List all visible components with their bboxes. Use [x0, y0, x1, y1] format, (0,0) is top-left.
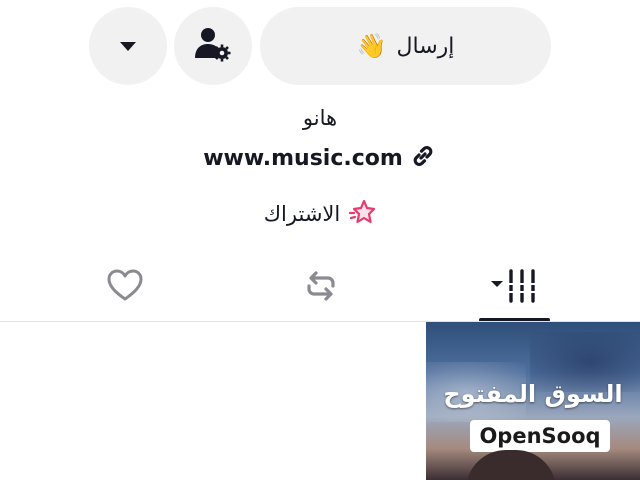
send-button-label: إرسال 👋: [357, 32, 455, 60]
friend-settings-button[interactable]: [174, 7, 252, 85]
tab-videos[interactable]: [430, 258, 600, 318]
ad-people-silhouette: [466, 450, 556, 480]
star-icon: [348, 198, 376, 230]
opensooq-ad[interactable]: السوق المفتوح OpenSooq: [426, 322, 640, 480]
ad-brand-logo: OpenSooq: [470, 420, 610, 452]
wave-emoji-icon: 👋: [356, 32, 387, 60]
heart-icon: [105, 266, 145, 310]
tab-reposts[interactable]: [236, 258, 406, 318]
user-gear-icon: [193, 24, 233, 68]
subscribe-label[interactable]: الاشتراك: [264, 202, 340, 226]
more-options-button[interactable]: [89, 7, 167, 85]
tab-likes[interactable]: [40, 258, 210, 318]
link-icon: [409, 142, 437, 174]
send-label-text: إرسال: [396, 33, 455, 59]
profile-link-text[interactable]: www.music.com: [203, 146, 403, 171]
repost-icon: [301, 266, 341, 310]
profile-link[interactable]: www.music.com: [0, 142, 640, 174]
profile-tabs: [0, 258, 640, 322]
send-message-button[interactable]: إرسال 👋: [260, 7, 551, 85]
subscribe-row[interactable]: الاشتراك: [0, 198, 640, 230]
profile-bio: هانو: [302, 106, 338, 130]
caret-down-icon: [120, 41, 136, 51]
grid-bars-icon: [487, 266, 543, 310]
ad-arabic-title: السوق المفتوح: [443, 380, 623, 408]
